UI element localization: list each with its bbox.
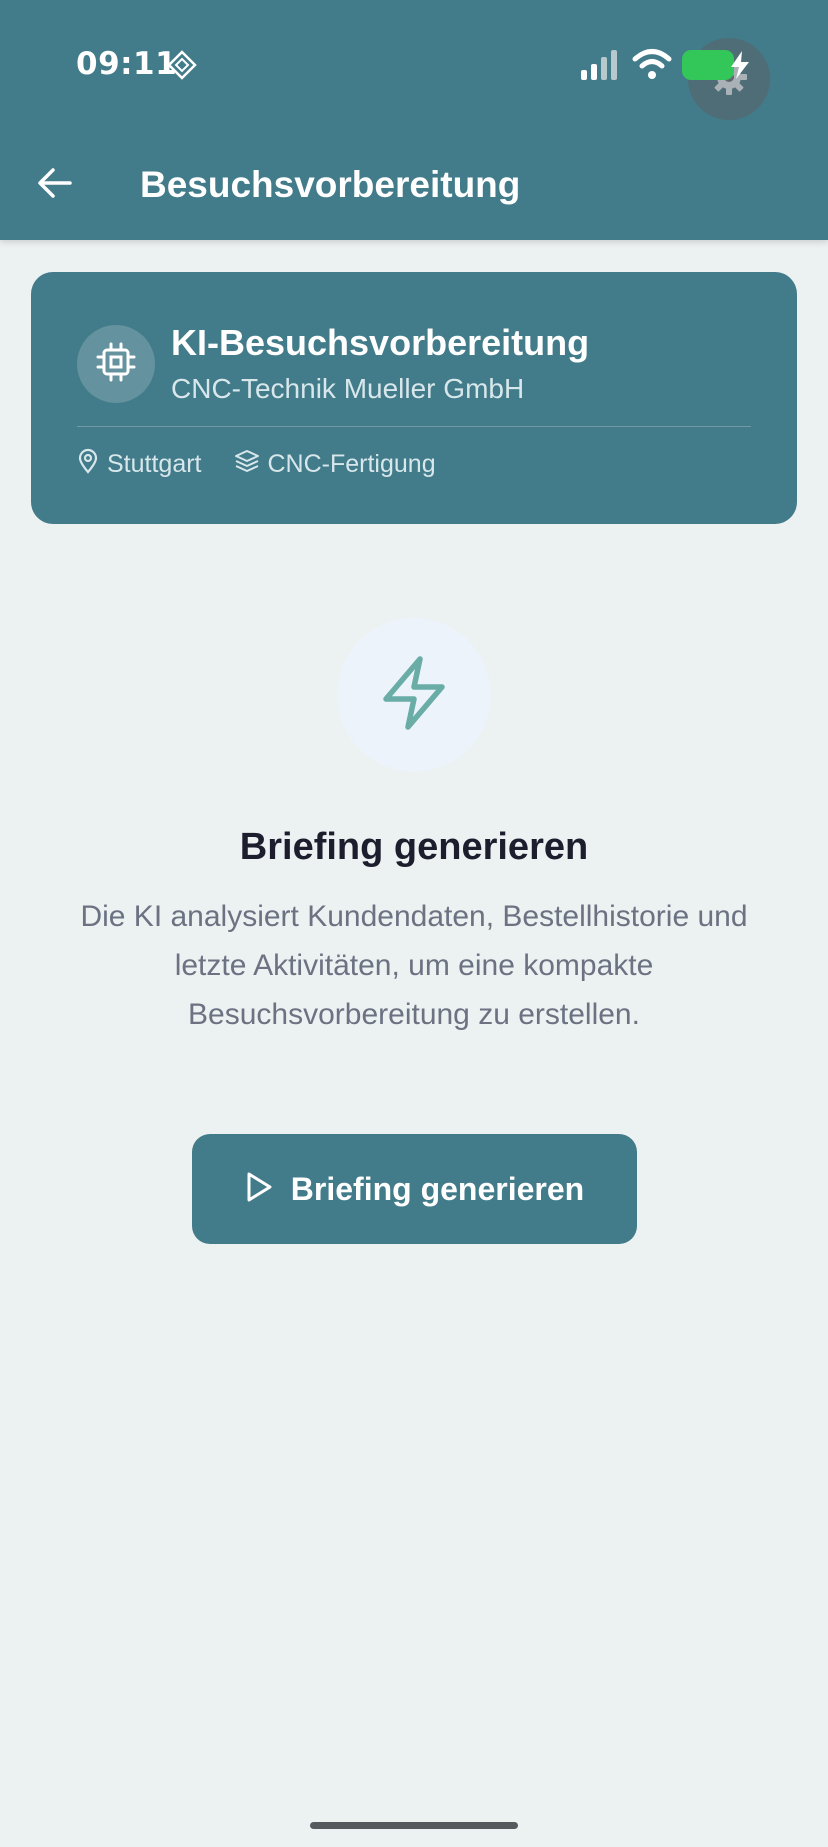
- customer-card: KI-Besuchsvorbereitung CNC-Technik Muell…: [31, 272, 797, 524]
- back-button[interactable]: [30, 160, 80, 210]
- industry-text: CNC-Fertigung: [267, 449, 436, 478]
- customer-name: CNC-Technik Mueller GmbH: [171, 373, 525, 404]
- page-title: Besuchsvorbereitung: [140, 164, 521, 205]
- app-header: 09:11 Besuchsvorbereitung: [0, 0, 828, 240]
- battery-icon: [682, 50, 734, 80]
- empty-state-title: Briefing generieren: [239, 826, 589, 868]
- wifi-icon: [632, 48, 672, 85]
- card-title: KI-Besuchsvorbereitung: [171, 322, 590, 363]
- generate-briefing-label: Briefing generieren: [290, 1170, 585, 1207]
- lightning-bolt-icon: [378, 655, 450, 736]
- map-pin-icon: [77, 448, 99, 481]
- status-time: 09:11: [76, 46, 178, 82]
- card-icon-badge: [77, 325, 155, 403]
- location-text: Stuttgart: [107, 449, 202, 478]
- cellular-signal-icon: [580, 50, 620, 85]
- card-meta: Stuttgart CNC-Fertigung: [77, 447, 458, 481]
- empty-state-icon-circle: [337, 618, 491, 772]
- layers-icon: [234, 449, 260, 480]
- focus-diamond-icon: [167, 50, 197, 85]
- empty-state-description: Die KI analysiert Kundendaten, Bestellhi…: [80, 900, 748, 1031]
- charging-bolt-icon: [728, 50, 752, 85]
- home-indicator[interactable]: [310, 1822, 518, 1829]
- location-meta: Stuttgart: [77, 448, 202, 481]
- card-divider: [77, 426, 751, 427]
- cpu-chip-icon: [94, 340, 138, 389]
- generate-briefing-button[interactable]: Briefing generieren: [192, 1134, 637, 1244]
- industry-meta: CNC-Fertigung: [234, 449, 436, 480]
- arrow-left-icon: [37, 167, 73, 204]
- play-icon: [245, 1171, 273, 1208]
